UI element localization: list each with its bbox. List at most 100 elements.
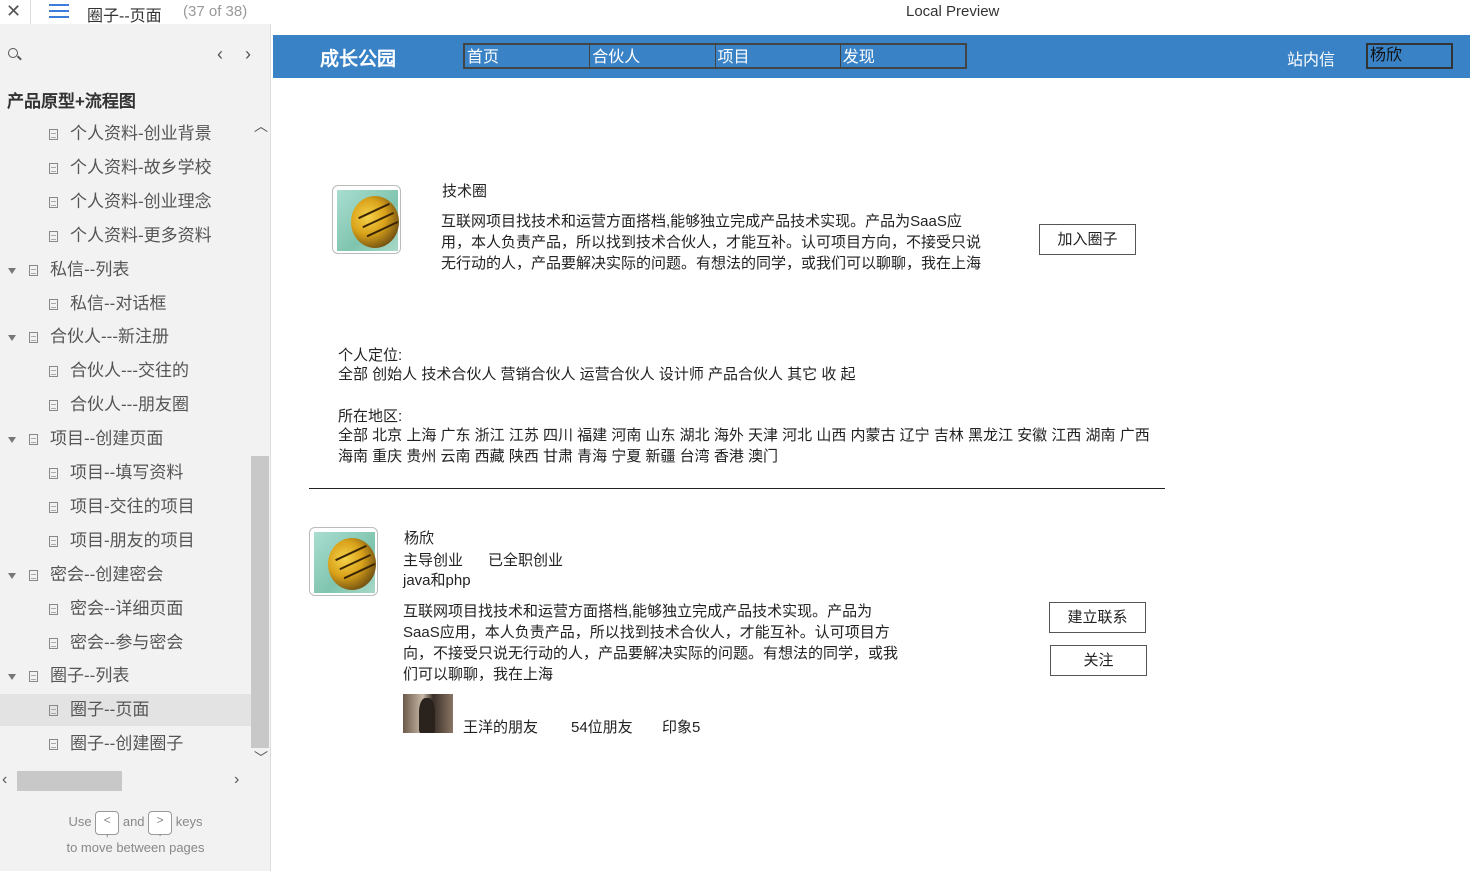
sidebar-item-label: 项目--创建页面 (50, 429, 164, 448)
friend-of-label[interactable]: 王洋的朋友 (463, 716, 538, 737)
circle-description: 互联网项目找技术和运营方面搭档,能够独立完成产品技术实现。产品为SaaS应用，本… (441, 213, 982, 272)
hamburger-menu-icon[interactable] (49, 4, 69, 20)
sitemap-sidebar: ‹ › 产品原型+流程图 个人资料-创业背景 个人资料-故乡学校个人资料-创业理念… (0, 24, 271, 871)
nav-tab-discover[interactable]: 发现 (841, 45, 965, 67)
page-icon (29, 671, 38, 683)
sidebar-search-row: ‹ › (0, 44, 271, 68)
sidebar-item[interactable]: 圈子--列表 (8, 660, 251, 692)
sidebar-horizontal-scrollbar[interactable]: ‹ › (0, 771, 251, 791)
sidebar-item-label: 圈子--列表 (50, 666, 130, 685)
sidebar-item[interactable]: 个人资料-更多资料 (0, 220, 251, 252)
member-name[interactable]: 杨欣 (404, 527, 434, 548)
sidebar-item-label: 项目-交往的项目 (70, 497, 195, 516)
member-avatar[interactable] (309, 527, 378, 596)
circle-title: 技术圈 (442, 183, 488, 200)
impression-count[interactable]: 印象5 (662, 716, 700, 737)
chevron-left-icon[interactable]: ‹ (2, 771, 7, 789)
sidebar-item[interactable]: 项目--创建页面 (8, 423, 251, 455)
app-title: Local Preview (906, 3, 1000, 20)
sidebar-item[interactable]: 项目--填写资料 (0, 457, 251, 489)
site-navbar: 成长公园 首页 合伙人 项目 发现 站内信 杨欣 (273, 35, 1470, 78)
next-key-icon: >. (148, 810, 173, 838)
sidebar-item-label: 个人资料-故乡学校 (70, 158, 212, 177)
region-filter-options[interactable]: 全部 北京 上海 广东 浙江 江苏 四川 福建 河南 山东 湖北 海外 天津 河… (338, 425, 1168, 467)
region-filter-label: 所在地区: (338, 408, 403, 425)
site-brand[interactable]: 成长公园 (320, 44, 396, 71)
page-icon (49, 739, 58, 751)
prev-page-icon[interactable]: ‹ (217, 44, 223, 65)
page-icon (49, 604, 58, 616)
sidebar-item-label: 个人资料-创业背景 (70, 124, 212, 143)
vertical-scroll-thumb[interactable] (251, 456, 269, 748)
sidebar-item[interactable]: 合伙人---新注册 (8, 321, 251, 353)
sidebar-item-label: 合伙人---交往的 (70, 361, 189, 380)
page-icon (49, 129, 58, 141)
page-icon (49, 536, 58, 548)
page-icon (49, 468, 58, 480)
messages-link[interactable]: 站内信 (1287, 46, 1335, 70)
member-skills: java和php (403, 572, 471, 589)
sidebar-item[interactable]: 密会--详细页面 (0, 593, 251, 625)
sidebar-item[interactable]: 个人资料-故乡学校 (0, 152, 251, 184)
page-icon (29, 265, 38, 277)
sidebar-item[interactable]: 个人资料-创业理念 (0, 186, 251, 218)
sidebar-item[interactable]: 圈子--创建圈子 (0, 728, 251, 760)
member-description: 互联网项目找技术和运营方面搭档,能够独立完成产品技术实现。产品为SaaS应用，本… (403, 603, 899, 683)
prev-key-icon: <, (95, 810, 120, 838)
sidebar-item[interactable]: 密会--参与密会 (0, 627, 251, 659)
sidebar-item[interactable]: 密会--创建密会 (8, 559, 251, 591)
expand-caret-icon[interactable] (8, 267, 16, 274)
sidebar-item[interactable]: 私信--列表 (8, 254, 251, 286)
sidebar-item-label: 圈子--页面 (70, 700, 150, 719)
sidebar-item-label: 私信--对话框 (70, 294, 167, 313)
connect-button[interactable]: 建立联系 (1049, 602, 1146, 633)
sidebar-item-label: 合伙人---朋友圈 (70, 395, 189, 414)
chevron-up-icon[interactable]: ︿ (254, 116, 268, 136)
user-menu[interactable]: 杨欣 (1366, 43, 1453, 69)
sidebar-item-label: 个人资料-更多资料 (70, 226, 212, 245)
chevron-down-icon[interactable]: ﹀ (254, 748, 268, 768)
nav-tab-partners[interactable]: 合伙人 (590, 45, 716, 67)
page-icon (29, 434, 38, 446)
sidebar-item-label: 密会--参与密会 (70, 633, 184, 652)
prototype-canvas: 成长公园 首页 合伙人 项目 发现 站内信 杨欣 技术圈 互联网项目找技术和运营… (272, 24, 1482, 871)
sidebar-item[interactable]: 私信--对话框 (0, 288, 251, 320)
follow-button[interactable]: 关注 (1050, 645, 1147, 676)
sidebar-item[interactable]: 合伙人---交往的 (0, 355, 251, 387)
sidebar-item[interactable]: 个人资料-创业背景 (0, 118, 251, 150)
sidebar-item[interactable]: 项目-朋友的项目 (0, 525, 251, 557)
page-icon (49, 299, 58, 311)
close-icon[interactable]: ✕ (6, 2, 21, 20)
page-icon (49, 705, 58, 717)
expand-caret-icon[interactable] (8, 334, 16, 341)
expand-caret-icon[interactable] (8, 436, 16, 443)
preview-toolbar: ✕ 圈子--页面 (37 of 38) Local Preview (0, 0, 1482, 25)
join-circle-button[interactable]: 加入圈子 (1039, 224, 1136, 255)
expand-caret-icon[interactable] (8, 673, 16, 680)
page-icon (49, 502, 58, 514)
keyboard-hint: Use <, and >. keys to move between pages (0, 809, 271, 860)
page-icon (29, 570, 38, 582)
hint-use: Use (68, 814, 92, 829)
sidebar-item[interactable]: 圈子--页面 (0, 694, 251, 726)
sitemap-root-label[interactable]: 产品原型+流程图 (7, 87, 136, 112)
sidebar-item[interactable]: 合伙人---朋友圈 (0, 389, 251, 421)
sidebar-item[interactable]: 项目-交往的项目 (0, 491, 251, 523)
hint-and: and (122, 814, 145, 829)
sidebar-vertical-scrollbar[interactable]: ︿ ﹀ (251, 116, 269, 766)
section-divider (309, 488, 1165, 489)
page-counter: (37 of 38) (183, 3, 248, 20)
sidebar-item-label: 密会--创建密会 (50, 565, 164, 584)
expand-caret-icon[interactable] (8, 572, 16, 579)
page-icon (29, 332, 38, 344)
friend-count[interactable]: 54位朋友 (571, 716, 633, 737)
search-icon[interactable] (8, 48, 18, 58)
nav-tab-home[interactable]: 首页 (465, 45, 591, 67)
mutual-friend-photo[interactable] (403, 694, 453, 733)
chevron-right-icon[interactable]: › (234, 771, 239, 789)
position-filter-options[interactable]: 全部 创始人 技术合伙人 营销合伙人 运营合伙人 设计师 产品合伙人 其它 收 … (338, 364, 1168, 385)
nav-tab-projects[interactable]: 项目 (716, 45, 841, 67)
nav-tabs: 首页 合伙人 项目 发现 (463, 43, 967, 69)
next-page-icon[interactable]: › (245, 44, 251, 65)
horizontal-scroll-thumb[interactable] (17, 771, 122, 791)
